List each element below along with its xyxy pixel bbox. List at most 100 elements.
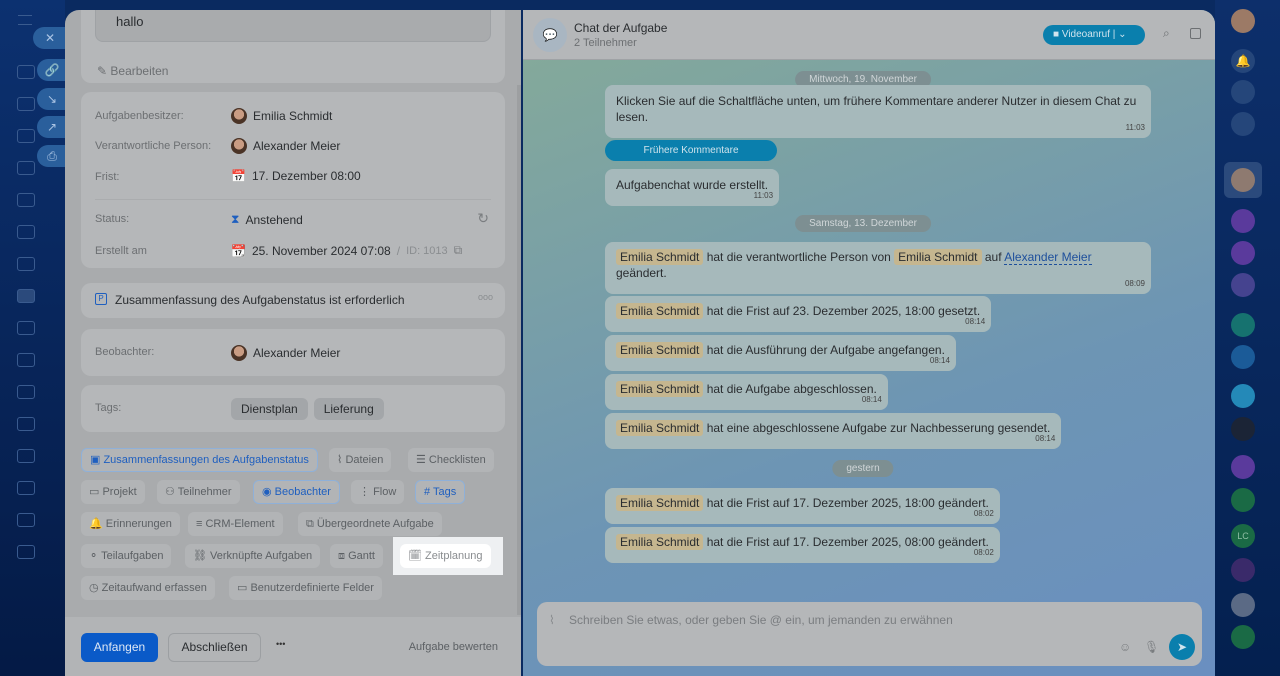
close-button[interactable]: ✕ — [33, 27, 67, 49]
message-input[interactable]: Schreiben Sie etwas, oder geben Sie @ ei… — [569, 613, 953, 627]
chip-tags[interactable]: # Tags — [415, 480, 466, 504]
chat-avatar[interactable] — [1231, 558, 1255, 582]
copy-icon[interactable]: ⧉ — [454, 243, 463, 258]
task-chat-icon[interactable] — [1231, 273, 1255, 297]
tasks-icon[interactable] — [17, 289, 35, 303]
search-icon[interactable]: ⌕ — [1163, 26, 1170, 41]
user-avatar[interactable] — [1231, 9, 1255, 33]
deadline-value[interactable]: 📅 17. Dezember 08:00 — [231, 169, 361, 183]
chat-avatar[interactable] — [1231, 241, 1255, 265]
chat-avatar[interactable] — [1231, 455, 1255, 479]
date-separator: gestern — [832, 460, 894, 477]
chat-avatar[interactable] — [1231, 417, 1255, 441]
user-mention[interactable]: Emilia Schmidt — [894, 249, 982, 265]
chip-files[interactable]: ⌇ Dateien — [329, 448, 392, 472]
doc-icon[interactable] — [17, 225, 35, 239]
feed-icon[interactable] — [17, 97, 35, 111]
chip-participants[interactable]: ⚇ Teilnehmer — [157, 480, 240, 504]
emoji-icon[interactable]: ☺ — [1119, 640, 1131, 654]
summary-required-card[interactable]: P Zusammenfassung des Aufgabenstatus ist… — [81, 283, 505, 318]
message-composer[interactable]: ⌇ Schreiben Sie etwas, oder geben Sie @ … — [537, 602, 1202, 666]
scrollbar[interactable] — [517, 85, 521, 615]
calendar-icon[interactable] — [17, 353, 35, 367]
crm-icon[interactable] — [17, 417, 35, 431]
task-chat-icon[interactable] — [1231, 488, 1255, 512]
chip-flow[interactable]: ⋮ Flow — [351, 480, 405, 504]
messenger-icon[interactable] — [1231, 112, 1255, 136]
tag[interactable]: Dienstplan — [231, 398, 308, 420]
chip-reminders[interactable]: 🔔 Erinnerungen — [81, 512, 180, 536]
chip-crm[interactable]: ≡ CRM-Element — [188, 512, 283, 536]
group-avatar[interactable] — [1231, 593, 1255, 617]
chip-time-planning[interactable]: 🗓 Zeitplanung — [400, 544, 491, 568]
chat-participants[interactable]: 2 Teilnehmer — [574, 37, 637, 49]
user-mention[interactable]: Emilia Schmidt — [616, 381, 704, 397]
edit-button[interactable]: ✎ Bearbeiten — [97, 64, 168, 78]
tag[interactable]: Lieferung — [313, 398, 384, 420]
chip-custom-fields[interactable]: ▭ Benutzerdefinierte Felder — [229, 576, 382, 600]
chip-checklists[interactable]: ☰ Checklisten — [408, 448, 494, 472]
earlier-comments-button[interactable]: Frühere Kommentare — [605, 140, 777, 161]
print-icon[interactable]: ⎙ — [37, 145, 67, 167]
message-time: 08:14 — [1035, 434, 1056, 443]
chip-parent-task[interactable]: ⧉ Übergeordnete Aufgabe — [298, 512, 442, 536]
task-chat-icon[interactable] — [1231, 345, 1255, 369]
copy-link-icon[interactable]: 🔗 — [37, 59, 67, 81]
video-call-button[interactable]: ■ Videoanruf | ⌄ — [1043, 25, 1145, 45]
cart-icon[interactable] — [17, 545, 35, 559]
refresh-status-icon[interactable]: ↻ — [477, 210, 489, 227]
home-icon[interactable] — [17, 65, 35, 79]
message-text: hat die Frist auf 23. Dezember 2025, 18:… — [706, 304, 981, 318]
chip-linked-tasks[interactable]: ⛓ Verknüpfte Aufgaben — [185, 544, 321, 568]
more-icon[interactable]: ooo — [478, 292, 493, 302]
recent-chat-avatar[interactable] — [1224, 162, 1262, 198]
rate-task-link[interactable]: Aufgabe bewerten — [409, 641, 498, 653]
more-button[interactable]: ••• — [276, 639, 285, 649]
user-mention[interactable]: Emilia Schmidt — [616, 342, 704, 358]
chat-avatar-lc[interactable]: LC — [1231, 524, 1255, 548]
attach-icon[interactable]: ⌇ — [549, 613, 555, 627]
user-mention[interactable]: Emilia Schmidt — [616, 249, 704, 265]
copilot-icon[interactable] — [1231, 80, 1255, 104]
user-mention[interactable]: Emilia Schmidt — [616, 534, 704, 550]
chat-icon[interactable] — [17, 321, 35, 335]
chip-subtasks[interactable]: ⚬ Teilaufgaben — [81, 544, 172, 568]
sign-icon[interactable] — [17, 385, 35, 399]
board-icon[interactable] — [17, 257, 35, 271]
store-icon[interactable] — [17, 449, 35, 463]
chip-status-summaries[interactable]: ▣ Zusammenfassungen des Aufgabenstatus — [81, 448, 318, 472]
sidebar-toggle-icon[interactable] — [1190, 28, 1201, 39]
news-icon[interactable] — [17, 129, 35, 143]
user-mention[interactable]: Emilia Schmidt — [616, 303, 704, 319]
owner-label: Aufgabenbesitzer: — [95, 110, 184, 122]
user-mention[interactable]: Emilia Schmidt — [616, 495, 704, 511]
user-link[interactable]: Alexander Meier — [1004, 250, 1092, 265]
bell-icon[interactable]: 🔔 — [1231, 49, 1255, 73]
inbox-icon[interactable] — [17, 193, 35, 207]
card-icon[interactable] — [17, 481, 35, 495]
owner-value[interactable]: Emilia Schmidt — [231, 108, 332, 124]
chip-time-tracking[interactable]: ◷ Zeitaufwand erfassen — [81, 576, 215, 600]
avatar — [231, 108, 247, 124]
chip-gantt[interactable]: ⧈ Gantt — [330, 544, 383, 568]
download-icon[interactable]: ↘ — [37, 88, 67, 110]
chat-avatar[interactable] — [1231, 384, 1255, 408]
microphone-icon[interactable]: 🎙 — [1144, 640, 1159, 654]
chip-observers[interactable]: ◉ Beobachter — [253, 480, 340, 504]
chat-avatar[interactable] — [1231, 209, 1255, 233]
task-chat-icon[interactable] — [1231, 625, 1255, 649]
complete-button[interactable]: Abschließen — [168, 633, 261, 662]
send-button[interactable]: ➤ — [1169, 634, 1195, 660]
divider — [95, 199, 491, 200]
task-chat-icon[interactable] — [1231, 313, 1255, 337]
people-icon[interactable] — [17, 161, 35, 175]
observer-value[interactable]: Alexander Meier — [231, 345, 340, 361]
start-button[interactable]: Anfangen — [81, 633, 158, 662]
message-text: hat die Frist auf 17. Dezember 2025, 18:… — [706, 496, 989, 510]
chip-project[interactable]: ▭ Projekt — [81, 480, 145, 504]
menu-icon[interactable] — [18, 15, 32, 25]
user-mention[interactable]: Emilia Schmidt — [616, 420, 704, 436]
chart-icon[interactable] — [17, 513, 35, 527]
open-new-window-icon[interactable]: ↗ — [37, 116, 67, 138]
responsible-value[interactable]: Alexander Meier — [231, 138, 340, 154]
